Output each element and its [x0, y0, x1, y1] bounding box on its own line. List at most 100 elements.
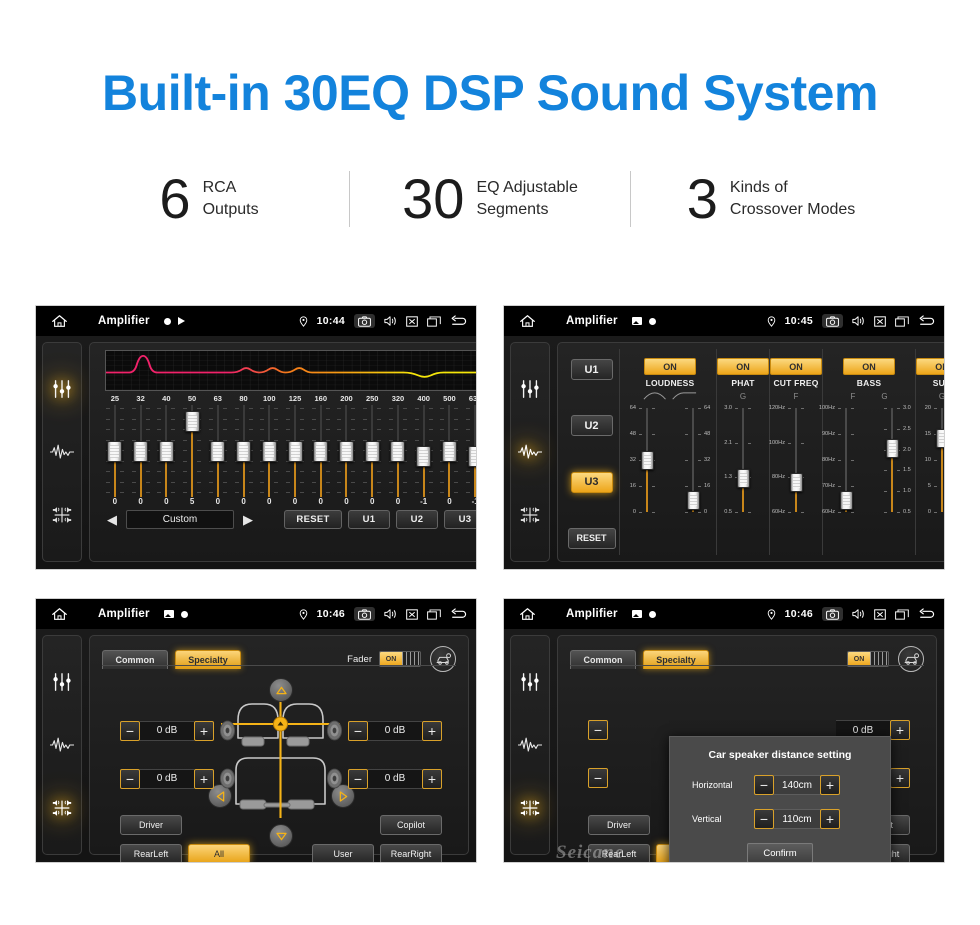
eq-slider[interactable] [462, 405, 476, 497]
gain-decrease-button[interactable]: − [348, 720, 368, 741]
sidebar-item-balance[interactable] [517, 502, 543, 528]
car-seats-diagram[interactable] [218, 690, 343, 833]
param-slider[interactable]: 3.0 2.5 2.0 1.5 1.0 0.5 [869, 404, 915, 516]
eq-slider-thumb[interactable] [390, 440, 406, 462]
eq-slider-thumb[interactable] [338, 440, 354, 462]
home-icon[interactable] [510, 607, 544, 621]
param-slider[interactable]: 100Hz 90Hz 80Hz 70Hz 60Hz [819, 404, 869, 516]
camera-icon[interactable] [354, 314, 375, 328]
home-icon[interactable] [42, 607, 76, 621]
eq-slider[interactable] [256, 405, 282, 497]
car-settings-icon[interactable] [898, 646, 924, 672]
nav-down-button[interactable] [269, 824, 293, 848]
sidebar-item-equalizer[interactable] [517, 376, 543, 402]
param-slider-thumb[interactable] [736, 469, 750, 489]
sidebar-item-equalizer[interactable] [49, 669, 75, 695]
eq-slider[interactable] [437, 405, 463, 497]
param-toggle-sub[interactable]: ON [916, 358, 944, 375]
horizontal-increase-button[interactable]: + [820, 775, 840, 795]
eq-slider-thumb[interactable] [313, 440, 329, 462]
sidebar-item-balance[interactable] [49, 795, 75, 821]
seat-button-driver[interactable]: Driver [120, 815, 182, 835]
volume-icon[interactable] [384, 315, 397, 327]
eq-slider-thumb[interactable] [441, 440, 457, 462]
close-box-icon[interactable] [406, 608, 418, 620]
gain-increase-button[interactable]: + [194, 720, 214, 741]
gain-decrease-button[interactable]: − [588, 768, 608, 788]
seat-button-rearright[interactable]: RearRight [380, 844, 442, 862]
seat-button-all[interactable]: All [188, 844, 250, 862]
gain-decrease-button[interactable]: − [348, 768, 368, 789]
param-slider[interactable]: 64 48 32 16 0 [624, 404, 670, 516]
nav-up-button[interactable] [269, 678, 293, 702]
sidebar-item-equalizer[interactable] [49, 376, 75, 402]
recent-apps-icon[interactable] [895, 315, 909, 327]
gain-increase-button[interactable]: + [890, 768, 910, 788]
eq-slider-thumb[interactable] [261, 440, 277, 462]
gain-increase-button[interactable]: + [422, 720, 442, 741]
camera-icon[interactable] [354, 607, 375, 621]
vertical-increase-button[interactable]: + [820, 809, 840, 829]
preset-u2-button[interactable]: U2 [570, 415, 613, 437]
back-arrow-icon[interactable] [918, 315, 936, 327]
seat-button-driver[interactable]: Driver [588, 815, 650, 835]
confirm-button[interactable]: Confirm [747, 843, 813, 862]
eq-slider[interactable] [334, 405, 360, 497]
param-toggle-cut-freq[interactable]: ON [770, 358, 822, 375]
preset-u3-button[interactable]: U3 [570, 471, 613, 493]
preset-prev-button[interactable]: ◀ [104, 513, 120, 526]
gain-increase-button[interactable]: + [422, 768, 442, 789]
eq-slider-thumb[interactable] [467, 446, 476, 468]
sidebar-item-balance[interactable] [49, 502, 75, 528]
eq-slider-thumb[interactable] [287, 440, 303, 462]
sidebar-item-sound-effect[interactable] [49, 732, 75, 758]
eq-slider-thumb[interactable] [236, 440, 252, 462]
gain-increase-button[interactable]: + [194, 768, 214, 789]
eq-slider[interactable] [179, 405, 205, 497]
preset-next-button[interactable]: ▶ [240, 513, 256, 526]
eq-slider-thumb[interactable] [184, 410, 200, 432]
volume-icon[interactable] [852, 315, 865, 327]
preset-u1-button[interactable]: U1 [570, 359, 613, 380]
reset-button[interactable]: RESET [567, 527, 616, 549]
close-box-icon[interactable] [874, 315, 886, 327]
camera-icon[interactable] [822, 314, 843, 328]
home-icon[interactable] [42, 314, 76, 328]
eq-slider-thumb[interactable] [416, 446, 432, 468]
param-slider-thumb[interactable] [935, 429, 944, 449]
close-box-icon[interactable] [406, 315, 418, 327]
param-slider[interactable]: 120Hz 100Hz 80Hz 60Hz [769, 404, 819, 516]
preset-name[interactable]: Custom [126, 510, 234, 529]
seat-button-rearleft[interactable]: RearLeft [120, 844, 182, 862]
eq-slider[interactable] [128, 405, 154, 497]
recent-apps-icon[interactable] [895, 608, 909, 620]
sidebar-item-equalizer[interactable] [517, 669, 543, 695]
close-box-icon[interactable] [874, 608, 886, 620]
eq-slider[interactable] [385, 405, 411, 497]
param-slider[interactable]: 3.0 2.1 1.3 0.5 [720, 404, 766, 516]
back-arrow-icon[interactable] [450, 608, 468, 620]
home-icon[interactable] [510, 314, 544, 328]
eq-slider[interactable] [282, 405, 308, 497]
reset-button[interactable]: RESET [284, 510, 342, 529]
param-slider-thumb[interactable] [686, 491, 700, 511]
sidebar-item-sound-effect[interactable] [517, 732, 543, 758]
param-slider[interactable]: 64 48 32 16 0 [670, 404, 716, 516]
horizontal-decrease-button[interactable]: − [754, 775, 774, 795]
car-settings-icon[interactable] [430, 646, 456, 672]
gain-decrease-button[interactable]: − [588, 720, 608, 740]
param-slider-thumb[interactable] [789, 472, 803, 492]
eq-slider[interactable] [231, 405, 257, 497]
eq-slider[interactable] [102, 405, 128, 497]
sidebar-item-balance[interactable] [517, 795, 543, 821]
param-slider-thumb[interactable] [885, 439, 899, 459]
eq-slider-thumb[interactable] [364, 440, 380, 462]
gain-decrease-button[interactable]: − [120, 720, 140, 741]
eq-slider-thumb[interactable] [158, 440, 174, 462]
eq-slider-thumb[interactable] [133, 440, 149, 462]
param-toggle-phat[interactable]: ON [717, 358, 769, 375]
volume-icon[interactable] [852, 608, 865, 620]
eq-slider[interactable] [205, 405, 231, 497]
vertical-decrease-button[interactable]: − [754, 809, 774, 829]
eq-slider-thumb[interactable] [107, 440, 123, 462]
